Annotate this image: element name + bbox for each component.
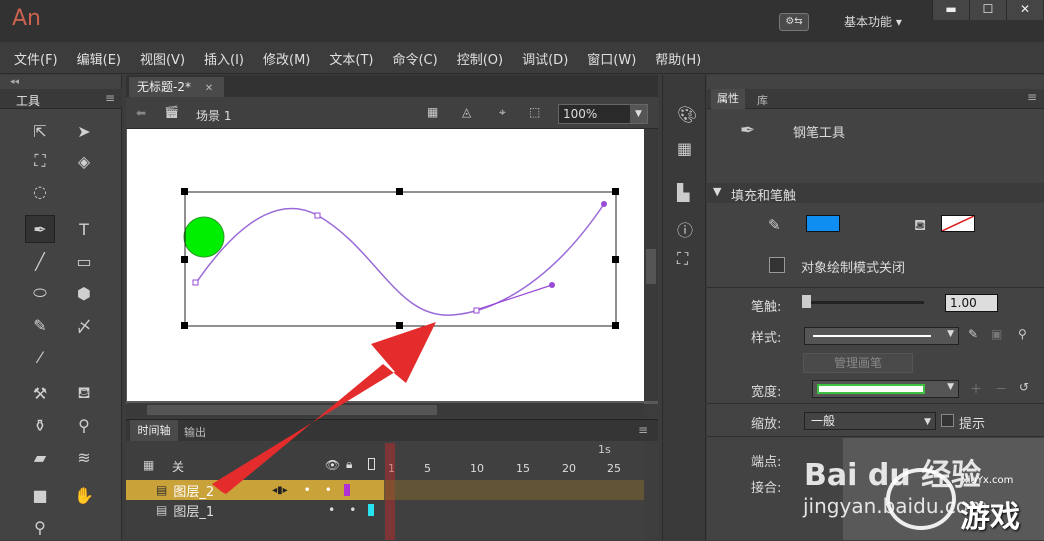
annotation-arrow <box>212 322 436 494</box>
red-arrow-icon <box>212 322 436 494</box>
